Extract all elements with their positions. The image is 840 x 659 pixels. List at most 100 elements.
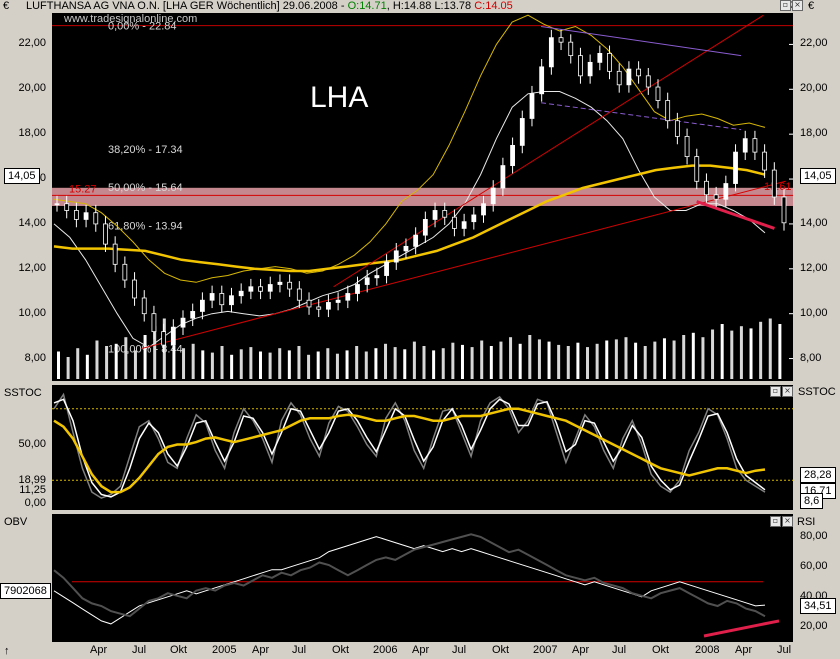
candle-body-72 [752, 138, 758, 153]
volume-bar-66 [691, 332, 695, 379]
candle-body-10 [151, 313, 157, 333]
price-axis-left: 8,0010,0012,0014,0016,0018,0020,0022,00 [0, 13, 52, 381]
candle-body-62 [655, 86, 661, 101]
price-panel-restore-icon[interactable]: ▫ [780, 0, 791, 11]
volume-bar-30 [345, 350, 349, 379]
sstoc-panel[interactable] [52, 385, 793, 510]
candle-body-14 [190, 311, 196, 319]
volume-bar-36 [403, 349, 407, 379]
volume-bar-61 [643, 346, 647, 379]
obv-restore-icon[interactable]: ▫ [770, 516, 781, 527]
x-tick-6: Okt [332, 644, 350, 656]
x-axis-arrow-left[interactable]: ↑ [4, 645, 10, 657]
volume-bar-38 [422, 346, 426, 379]
candle-body-20 [248, 286, 254, 292]
x-tick-2: Okt [170, 644, 188, 656]
price-tick-left-5: 18,00 [18, 127, 46, 140]
obv-rsi-panel[interactable] [52, 514, 793, 642]
last-price-right: 14,05 [800, 168, 836, 184]
sstoc-series-2 [53, 407, 766, 494]
volume-bar-14 [191, 343, 195, 379]
x-tick-14: Okt [652, 644, 670, 656]
volume-bar-22 [268, 352, 272, 379]
rsi-line [53, 536, 766, 625]
volume-bar-43 [470, 347, 474, 379]
volume-bar-44 [480, 340, 484, 379]
chart-window: € LUFTHANSA AG VNA O.N. [LHA GER Wöchent… [0, 0, 840, 659]
x-tick-11: 2007 [533, 644, 558, 656]
candle-body-24 [287, 281, 293, 290]
candle-body-23 [277, 281, 283, 285]
candle-body-50 [539, 66, 545, 95]
volume-bar-3 [85, 354, 89, 379]
annotation-15-27: 15.27 [69, 183, 97, 195]
price-tick-left-2: 12,00 [18, 261, 46, 274]
sstoc-axis-right: SSTOC 28,28 16,71 8,6 [794, 385, 840, 510]
volume-bar-52 [557, 344, 561, 379]
candle-body-55 [587, 61, 593, 77]
volume-bar-74 [768, 318, 772, 379]
candle-body-51 [548, 37, 554, 68]
candle-body-25 [296, 288, 302, 301]
volume-bar-51 [547, 341, 551, 379]
sstoc-restore-icon[interactable]: ▫ [770, 386, 781, 397]
candle-body-47 [510, 144, 515, 166]
rsi-tick-2: 60,00 [800, 559, 828, 572]
header-low: L:13.78 [434, 0, 472, 12]
price-panel-close-icon[interactable]: × [792, 0, 803, 11]
candle-body-49 [529, 93, 535, 119]
price-tick-right-2: 12,00 [800, 261, 828, 274]
volume-bar-37 [412, 341, 416, 379]
fib-label-2: 50,00% - 15.64 [108, 182, 183, 194]
candle-body-8 [132, 279, 137, 299]
volume-bar-55 [586, 347, 590, 379]
header-open: O:14.71 [347, 0, 387, 12]
volume-bar-59 [624, 337, 628, 379]
volume-bar-45 [489, 346, 493, 379]
volume-bar-2 [76, 348, 80, 379]
volume-bar-28 [326, 348, 330, 379]
sstoc-tick-left-2: 11,25 [19, 483, 46, 496]
price-tick-left-1: 10,00 [18, 306, 46, 319]
volume-bar-72 [749, 328, 753, 379]
candle-body-58 [616, 70, 622, 86]
volume-bar-33 [374, 348, 378, 379]
volume-bar-50 [537, 339, 541, 379]
obv-divergence-line [703, 619, 780, 638]
price-chart-svg: 0,00% - 22.8438,20% - 17.3450,00% - 15.6… [52, 14, 793, 379]
volume-bar-65 [682, 335, 686, 379]
price-tick-left-3: 14,00 [18, 216, 46, 229]
candle-body-33 [374, 275, 380, 279]
x-tick-13: Jul [612, 644, 627, 656]
volume-bar-26 [307, 354, 311, 379]
candle-body-63 [665, 100, 671, 122]
candle-body-66 [694, 156, 700, 182]
volume-bar-58 [614, 339, 618, 379]
volume-bar-56 [595, 343, 599, 379]
volume-bar-42 [460, 344, 464, 379]
volume-bar-7 [124, 337, 128, 379]
candle-body-11 [161, 331, 167, 346]
sstoc-close-icon[interactable]: × [782, 386, 793, 397]
obv-close-icon[interactable]: × [782, 516, 793, 527]
price-tick-left-6: 20,00 [18, 82, 46, 95]
sstoc-tick-left-0: 50,00 [18, 437, 46, 450]
volume-bar-17 [220, 346, 224, 379]
volume-bar-35 [393, 347, 397, 379]
volume-bar-34 [384, 343, 388, 379]
sstoc-value-2: 8,6 [800, 492, 824, 509]
volume-bar-18 [230, 354, 234, 379]
x-tick-8: Apr [412, 644, 430, 656]
price-panel[interactable]: 0,00% - 22.84 38,20% - 17.34 50,00% - 15.6… [52, 13, 793, 381]
candle-body-26 [306, 299, 312, 308]
candle-body-53 [568, 41, 574, 57]
candle-body-7 [122, 263, 128, 281]
volume-bar-27 [316, 351, 320, 379]
candle-body-18 [229, 295, 234, 306]
volume-bar-71 [739, 326, 743, 379]
candle-body-59 [626, 68, 632, 86]
candle-body-38 [422, 219, 428, 236]
price-tick-right-1: 10,00 [800, 306, 828, 319]
candle-body-45 [490, 187, 496, 205]
rsi-tick-3: 80,00 [800, 529, 828, 542]
